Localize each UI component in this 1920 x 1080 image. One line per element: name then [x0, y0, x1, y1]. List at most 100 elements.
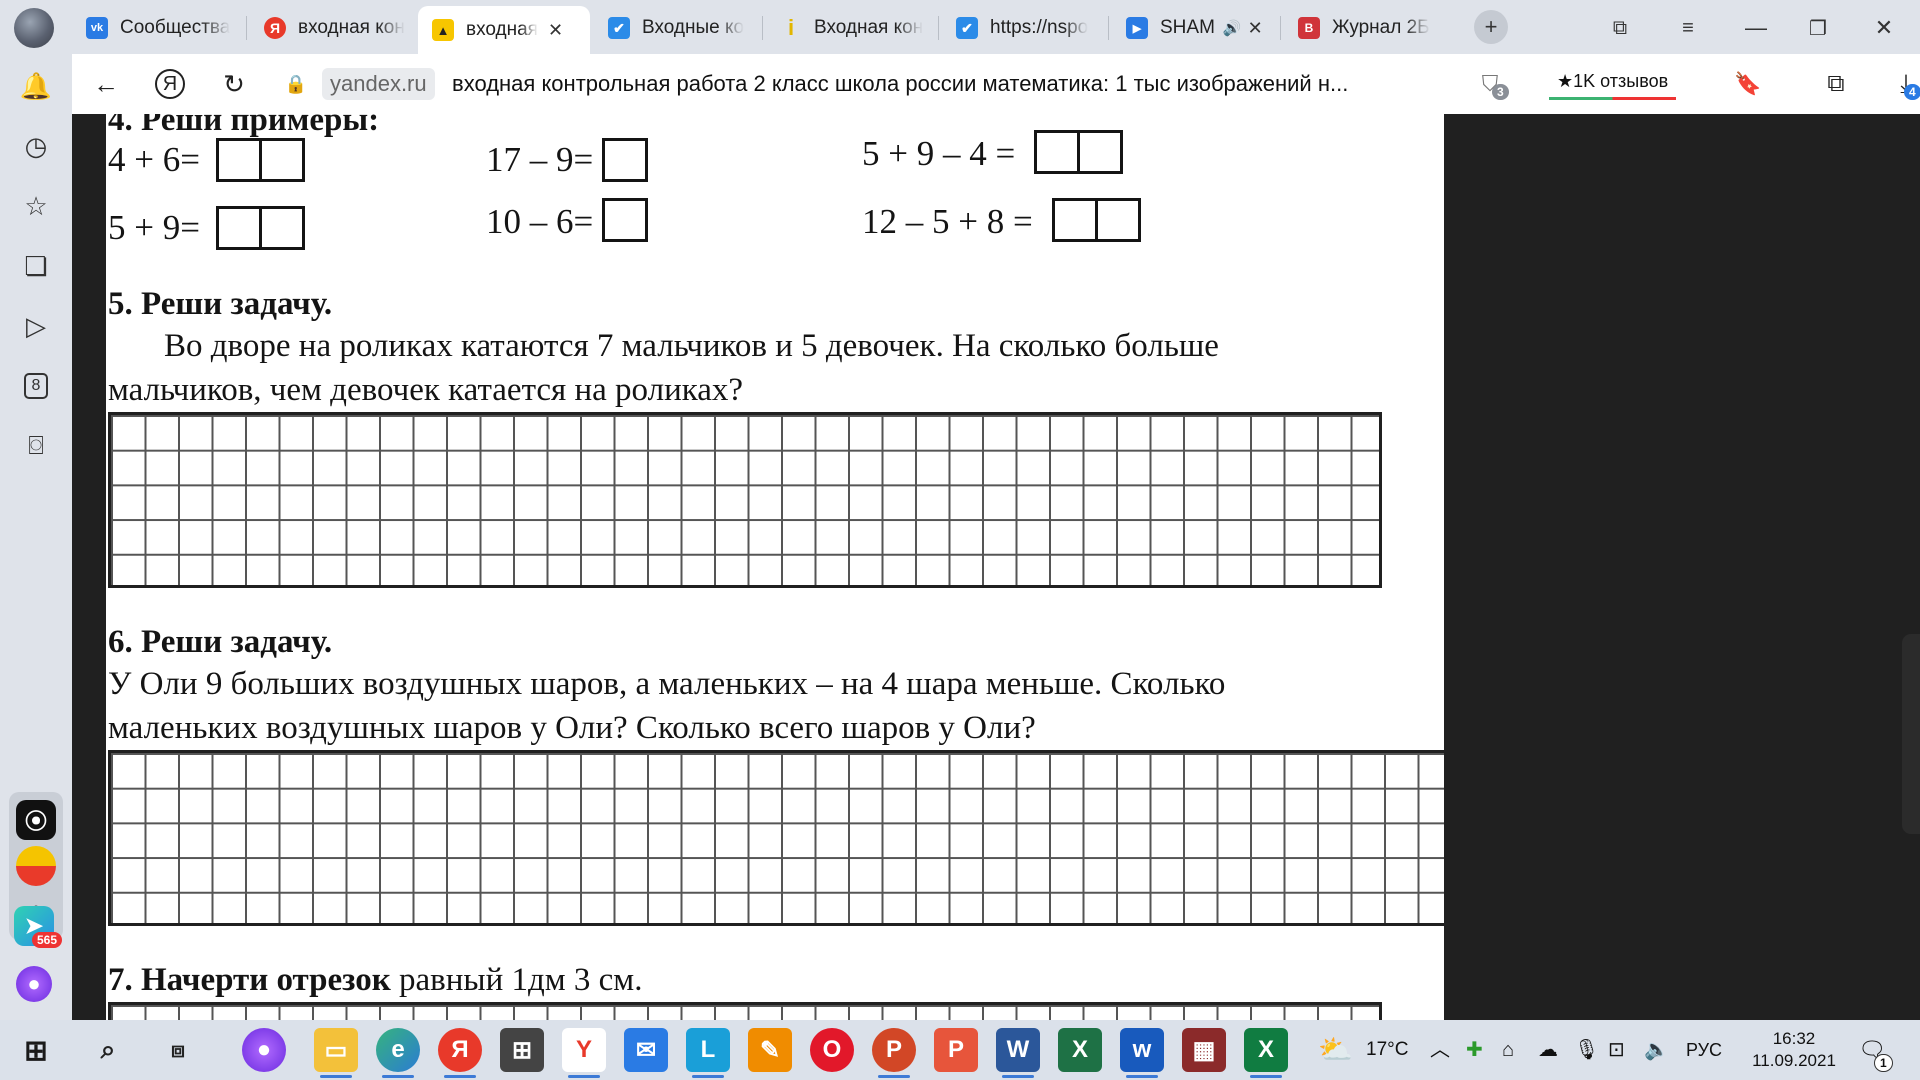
- menu-icon: ≡: [1682, 16, 1694, 39]
- tab-check-1[interactable]: ✔ Входные ко: [594, 6, 760, 50]
- alice-assistant-icon[interactable]: ●: [16, 966, 52, 1002]
- tab-title: входная: [466, 19, 538, 40]
- example: 12 – 5 + 8 =: [862, 202, 1033, 241]
- profile-avatar[interactable]: [14, 8, 54, 48]
- reload-icon: ↻: [223, 68, 245, 99]
- yandex-icon: Я: [264, 17, 286, 39]
- taskbar: ⊞ ⌕ ⧈ ● ▭ e Я ⊞ Y ✉ L ✎ O P P W X w ▦ X …: [0, 1020, 1920, 1080]
- clock-time: 16:32: [1772, 1029, 1816, 1048]
- clock-date: 11.09.2021: [1752, 1051, 1836, 1070]
- worksheet-image: 4. Реши примеры: 4 + 6= 17 – 9= 5 + 9 – …: [106, 114, 1444, 1020]
- show-hidden-icons[interactable]: ︿: [1430, 1020, 1450, 1080]
- reload-button[interactable]: ↻: [214, 64, 254, 104]
- side-scroll-handle[interactable]: [1902, 634, 1920, 834]
- edge-browser-icon[interactable]: e: [376, 1028, 420, 1078]
- answer-boxes: [216, 206, 305, 250]
- yandex-home-button[interactable]: Я: [150, 64, 190, 104]
- task7-answer-grid: [108, 1002, 1382, 1020]
- archiver-icon[interactable]: ▦: [1182, 1028, 1226, 1072]
- video-player-icon[interactable]: ▷: [16, 306, 56, 346]
- opera-icon[interactable]: O: [810, 1028, 854, 1072]
- weather-icon[interactable]: ⛅: [1318, 1020, 1353, 1080]
- sidebar: 🔔 ◷ ☆ ❏ ▷ 8 ⌼ ⦿ + ➤ 565 ●: [0, 54, 72, 1020]
- powerpoint-icon[interactable]: P: [872, 1028, 916, 1078]
- plus-icon: +: [1484, 14, 1498, 39]
- audio-playing-icon[interactable]: 🔊: [1223, 19, 1242, 37]
- tab-image-search-active[interactable]: ▲ входная ✕: [418, 6, 590, 54]
- l-app-icon[interactable]: L: [686, 1028, 730, 1078]
- tab-counter-icon[interactable]: 8: [16, 366, 56, 406]
- yandex-y-icon[interactable]: Y: [562, 1028, 606, 1078]
- image-search-icon: ▲: [432, 19, 454, 41]
- volume-icon[interactable]: 🔈: [1644, 1020, 1669, 1080]
- tab-separator: [1280, 16, 1281, 40]
- restore-button[interactable]: ❐: [1798, 8, 1838, 48]
- tab-vk[interactable]: vk Сообщества: [72, 6, 242, 50]
- alice-taskbar-icon[interactable]: ●: [242, 1028, 286, 1072]
- minimize-button[interactable]: —: [1736, 8, 1776, 48]
- reviews-button[interactable]: ★1K отзывов: [1549, 66, 1677, 100]
- mail-icon[interactable]: ✉: [624, 1028, 668, 1072]
- presentation-icon[interactable]: P: [934, 1028, 978, 1072]
- weather-temp[interactable]: 17°C: [1366, 1020, 1408, 1080]
- address-query[interactable]: входная контрольная работа 2 класс школа…: [452, 68, 1512, 100]
- lock-icon[interactable]: 🔒: [276, 64, 316, 104]
- yandex-logo-icon: Я: [155, 69, 185, 99]
- menu-button[interactable]: ≡: [1668, 8, 1708, 48]
- clock[interactable]: 16:32 11.09.2021: [1742, 1020, 1846, 1080]
- tab-check-2[interactable]: ✔ https://nspo: [942, 6, 1106, 50]
- tab-separator: [762, 16, 763, 40]
- tab-journal[interactable]: B Журнал 2Б: [1284, 6, 1454, 50]
- notification-count: 1: [1874, 1054, 1893, 1072]
- tab-separator: [1108, 16, 1109, 40]
- start-windows-icon[interactable]: ⊞: [14, 1028, 58, 1072]
- answer-boxes: [602, 138, 648, 182]
- protect-badge: 3: [1492, 84, 1509, 100]
- tab-manager-button[interactable]: ⧉: [1600, 8, 1640, 48]
- collections-button-icon[interactable]: ⧉: [1816, 64, 1856, 104]
- info-icon: i: [787, 15, 795, 40]
- excel-2-icon[interactable]: X: [1244, 1028, 1288, 1078]
- tab-yandex-search[interactable]: Я входная кон: [250, 6, 410, 50]
- task5-heading: 5. Реши задачу.: [108, 286, 333, 322]
- close-window-button[interactable]: ✕: [1864, 8, 1904, 48]
- file-explorer-icon[interactable]: ▭: [314, 1028, 358, 1078]
- collections-icon[interactable]: ❏: [16, 246, 56, 286]
- mail-app-icon[interactable]: [16, 846, 56, 886]
- back-button[interactable]: ←: [86, 64, 126, 104]
- paint-app-icon[interactable]: ✎: [748, 1028, 792, 1072]
- screenshot-camera-icon[interactable]: ⌼: [16, 426, 56, 466]
- store-icon[interactable]: ⊞: [500, 1028, 544, 1072]
- recorder-app-icon[interactable]: ⦿: [16, 800, 56, 840]
- meet-icon[interactable]: ⌂: [1502, 1020, 1514, 1080]
- url-host[interactable]: yandex.ru: [322, 68, 435, 100]
- minimize-icon: —: [1745, 15, 1767, 40]
- example: 4 + 6=: [108, 140, 200, 179]
- close-tab-icon[interactable]: ✕: [1248, 18, 1263, 39]
- microphone-icon[interactable]: 🎙: [1574, 1020, 1599, 1080]
- new-tab-button[interactable]: +: [1474, 10, 1508, 44]
- yandex-browser-icon[interactable]: Я: [438, 1028, 482, 1078]
- task-view-icon[interactable]: ⧈: [156, 1028, 200, 1072]
- task5-text-line2: мальчиков, чем девочек катается на ролик…: [108, 372, 744, 408]
- word-2-icon[interactable]: w: [1120, 1028, 1164, 1078]
- tab-info[interactable]: i Входная кон: [766, 6, 936, 50]
- notifications-icon[interactable]: 🔔: [16, 66, 56, 106]
- bookmark-icon[interactable]: 🔖: [1728, 64, 1768, 104]
- history-icon[interactable]: ◷: [16, 126, 56, 166]
- close-tab-icon[interactable]: ✕: [548, 20, 563, 41]
- tray-app-icon[interactable]: ✚: [1466, 1020, 1483, 1080]
- network-icon[interactable]: ⊡: [1608, 1020, 1625, 1080]
- search-icon[interactable]: ⌕: [86, 1028, 130, 1072]
- tab-sham[interactable]: ▶ SHAM 🔊 ✕: [1112, 6, 1272, 50]
- tab-title: Входная кон: [814, 17, 924, 38]
- bookmarks-list-icon: ⧉: [1612, 16, 1628, 39]
- excel-icon[interactable]: X: [1058, 1028, 1102, 1072]
- favorites-star-icon[interactable]: ☆: [16, 186, 56, 226]
- page-viewport: 4. Реши примеры: 4 + 6= 17 – 9= 5 + 9 – …: [72, 114, 1920, 1020]
- language-indicator[interactable]: РУС: [1686, 1020, 1722, 1080]
- onedrive-icon[interactable]: ☁: [1538, 1020, 1558, 1080]
- example: 17 – 9=: [486, 140, 594, 179]
- back-arrow-icon: ←: [93, 68, 119, 99]
- word-icon[interactable]: W: [996, 1028, 1040, 1078]
